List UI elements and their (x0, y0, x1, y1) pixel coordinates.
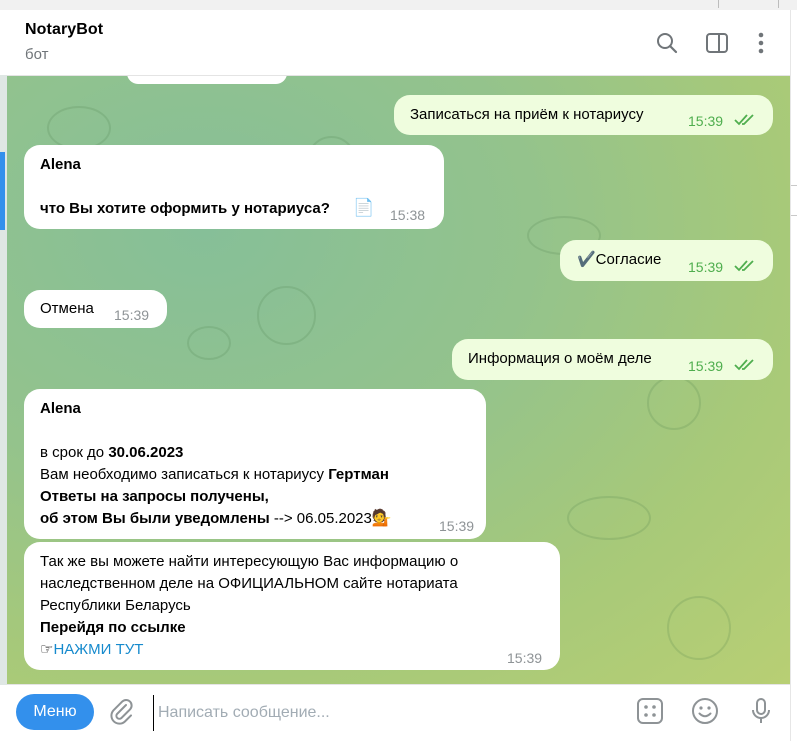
chat-title[interactable]: NotaryBot (25, 21, 103, 39)
deadline-date: 30.06.2023 (108, 444, 184, 461)
message-bubble[interactable]: Отмена 15:39 (24, 290, 167, 328)
message-input[interactable] (153, 695, 630, 731)
double-check-icon (734, 260, 754, 272)
wallpaper-doodle (47, 106, 111, 150)
right-pane-edge (790, 10, 797, 741)
message-text: Информация о моём деле (468, 350, 652, 367)
emoji-icon[interactable] (690, 696, 720, 726)
message-line: об этом Вы были уведомлены --> 06.05.202… (40, 508, 392, 530)
message-text: Вам необходимо записаться к нотариусу (40, 466, 329, 483)
chat-header[interactable]: NotaryBot бот (7, 10, 790, 76)
message-bubble[interactable]: ✔️Согласие 15:39 (560, 240, 773, 281)
message-bubble[interactable]: Alena что Вы хотите оформить у нотариуса… (24, 145, 444, 229)
document-emoji-icon: 📄 (353, 198, 375, 217)
microphone-icon[interactable] (746, 696, 776, 726)
message-text: Перейдя по ссылке (40, 619, 186, 636)
sidebar-toggle-icon[interactable] (704, 30, 730, 56)
message-text: Записаться на приём к нотариусу (410, 106, 644, 123)
pointing-hand-icon: ☞ (40, 641, 54, 658)
message-text: что Вы хотите оформить у нотариуса? (40, 200, 330, 217)
message-text: наследственном деле на ОФИЦИАЛЬНОМ сайте… (40, 575, 458, 592)
message-time: 15:39 (688, 358, 724, 374)
window-control-mark (718, 0, 719, 8)
message-bubble[interactable]: Alena в срок до 30.06.2023 Вам необходим… (24, 389, 486, 539)
paperclip-icon[interactable] (106, 696, 136, 726)
chat-subtitle: бот (25, 46, 49, 63)
window-control-mark (778, 0, 779, 8)
message-text: в срок до (40, 444, 109, 461)
bot-commands-icon[interactable] (635, 696, 665, 726)
message-text: --> 06.05.2023 (269, 510, 372, 527)
message-bubble[interactable]: Информация о моём деле 15:39 (452, 339, 773, 380)
message-time: 15:39 (688, 113, 724, 129)
message-text: об этом Вы были уведомлены (40, 510, 270, 527)
sender-name: Alena (40, 156, 81, 173)
message-text: Отмена (40, 300, 94, 317)
notary-name: Гертман (328, 466, 389, 483)
divider (791, 185, 797, 186)
message-time: 15:38 (390, 207, 426, 223)
message-line: в срок до 30.06.2023 (40, 442, 183, 464)
message-bubble[interactable]: Так же вы можете найти интересующую Вас … (24, 542, 560, 670)
message-text: Так же вы можете найти интересующую Вас … (40, 553, 459, 570)
active-chat-indicator (0, 152, 5, 230)
message-time: 15:39 (507, 650, 543, 666)
message-bubble[interactable]: Записаться на приём к нотариусу 15:39 (394, 95, 773, 135)
double-check-icon (734, 359, 754, 371)
divider (791, 215, 797, 216)
wallpaper-doodle (187, 326, 231, 360)
message-time: 15:39 (688, 259, 724, 275)
wallpaper-doodle (257, 286, 316, 345)
search-icon[interactable] (654, 30, 680, 56)
previous-message-edge (127, 76, 287, 84)
wallpaper-doodle (667, 596, 731, 660)
message-line: ☞НАЖМИ ТУТ (40, 639, 143, 661)
message-line: Вам необходимо записаться к нотариусу Ге… (40, 464, 389, 486)
person-tipping-hand-emoji-icon: 💁 (371, 510, 392, 527)
more-vertical-icon[interactable] (748, 30, 774, 56)
chat-area[interactable]: Записаться на приём к нотариусу 15:39 Al… (7, 76, 790, 684)
message-composer: Меню (7, 684, 790, 741)
wallpaper-doodle (647, 376, 701, 430)
website-link[interactable]: НАЖМИ ТУТ (53, 641, 143, 658)
message-time: 15:39 (114, 307, 150, 323)
wallpaper-doodle (567, 496, 651, 540)
message-text: ✔️Согласие (577, 251, 662, 268)
message-text: Республики Беларусь (40, 597, 191, 614)
message-text: Ответы на запросы получены, (40, 488, 269, 505)
double-check-icon (734, 114, 754, 126)
message-time: 15:39 (439, 518, 475, 534)
sender-name: Alena (40, 400, 81, 417)
menu-button[interactable]: Меню (16, 694, 94, 730)
window-top-strip (0, 0, 797, 10)
